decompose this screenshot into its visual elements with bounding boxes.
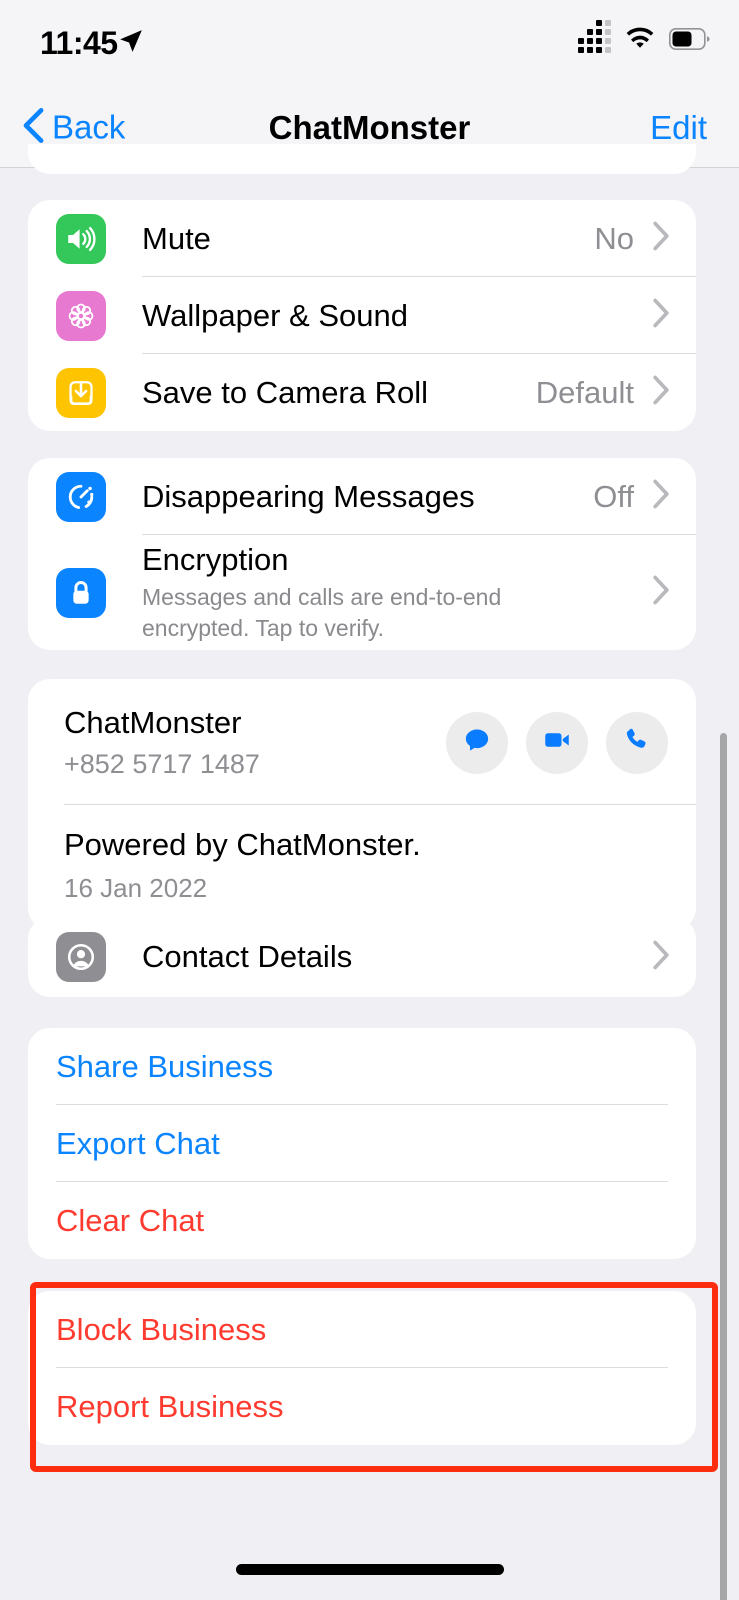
previous-card-partial [28,144,696,174]
wifi-icon [624,27,656,56]
timer-icon [56,471,106,522]
chevron-right-icon [652,479,670,514]
status-bar: 11:45 [0,0,739,88]
report-business-button[interactable]: Report Business [28,1368,696,1445]
settings-row-value: No [594,220,634,256]
page-title: ChatMonster [268,108,471,146]
message-button[interactable] [446,711,508,774]
privacy-row-encryption[interactable]: Encryption Messages and calls are end-to… [28,535,696,650]
business-card: ChatMonster +852 5717 1487 Powered by Ch… [28,679,696,930]
chat-actions-card: Share Business Export Chat Clear Chat [28,1028,696,1259]
phone-icon [622,725,652,760]
chevron-right-icon [652,298,670,333]
settings-row-mute[interactable]: Mute No [28,200,696,277]
phone-screen: 11:45 Back ChatMonster Edit Mute No Wall… [0,0,739,1600]
business-phone: +852 5717 1487 [64,749,260,779]
settings-card: Mute No Wallpaper & Sound Save to Camera… [28,200,696,431]
video-camera-icon [542,725,572,760]
status-bar-time: 11:45 [40,25,118,61]
privacy-row-label: Encryption [142,542,289,578]
export-chat-label: Export Chat [56,1125,220,1161]
business-identity-texts: ChatMonster +852 5717 1487 [64,705,260,780]
chevron-right-icon [652,940,670,975]
business-action-buttons [446,711,668,774]
contact-avatar-icon [56,932,106,982]
video-call-button[interactable] [526,711,588,774]
chevron-right-icon [652,575,670,610]
chevron-right-icon [652,221,670,256]
settings-row-label: Wallpaper & Sound [142,297,408,333]
lock-icon [56,567,106,618]
save-download-icon [56,367,106,418]
settings-row-label: Mute [142,220,211,256]
chevron-right-icon [652,375,670,410]
chat-bubble-icon [462,725,492,760]
location-arrow-icon [118,28,144,59]
business-name: ChatMonster [64,705,242,740]
block-business-label: Block Business [56,1311,267,1347]
contact-details-card: Contact Details [28,917,696,997]
cellular-signal-icon [578,19,611,53]
home-indicator[interactable] [235,1564,504,1575]
share-business-label: Share Business [56,1048,274,1084]
privacy-row-subtitle: Messages and calls are end-to-end encryp… [142,584,502,641]
speaker-wave-icon [56,213,106,264]
export-chat-button[interactable]: Export Chat [28,1105,696,1182]
settings-row-value: Default [535,374,634,410]
privacy-row-disappearing-messages[interactable]: Disappearing Messages Off [28,458,696,535]
edit-button[interactable]: Edit [650,109,707,147]
block-business-button[interactable]: Block Business [28,1291,696,1368]
battery-icon [669,28,711,55]
business-identity-row[interactable]: ChatMonster +852 5717 1487 [28,679,696,804]
danger-actions-card: Block Business Report Business [28,1291,696,1445]
clear-chat-label: Clear Chat [56,1202,205,1238]
flower-rosette-icon [56,290,106,341]
privacy-row-value: Off [593,478,634,514]
status-bar-indicators [578,19,711,56]
settings-row-label: Save to Camera Roll [142,374,429,410]
settings-row-wallpaper-sound[interactable]: Wallpaper & Sound [28,277,696,354]
voice-call-button[interactable] [606,711,668,774]
powered-by-text: Powered by ChatMonster. [64,827,421,862]
privacy-card: Disappearing Messages Off Encryption Mes… [28,458,696,650]
clear-chat-button[interactable]: Clear Chat [28,1182,696,1259]
encryption-texts: Encryption Messages and calls are end-to… [142,542,612,643]
business-date: 16 Jan 2022 [64,873,208,903]
vertical-scrollbar[interactable] [720,733,727,1600]
contact-details-label: Contact Details [142,939,353,974]
privacy-row-label: Disappearing Messages [142,478,475,514]
business-powered-row: Powered by ChatMonster. 16 Jan 2022 [28,805,696,930]
contact-details-row[interactable]: Contact Details [28,917,696,997]
share-business-button[interactable]: Share Business [28,1028,696,1105]
settings-row-save-to-camera-roll[interactable]: Save to Camera Roll Default [28,354,696,431]
scroll-content[interactable]: Mute No Wallpaper & Sound Save to Camera… [0,144,739,1600]
report-business-label: Report Business [56,1388,284,1424]
